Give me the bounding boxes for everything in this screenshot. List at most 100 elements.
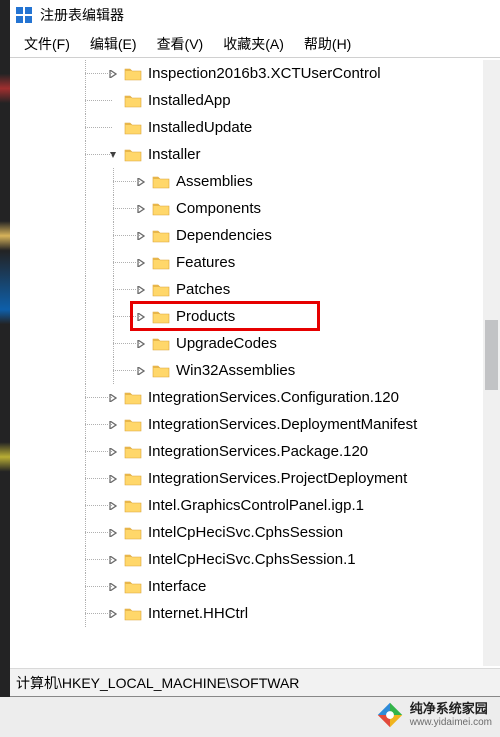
folder-icon bbox=[124, 417, 142, 432]
chevron-right-icon[interactable] bbox=[106, 418, 120, 432]
regedit-window: 注册表编辑器 文件(F) 编辑(E) 查看(V) 收藏夹(A) 帮助(H) In… bbox=[10, 0, 500, 697]
chevron-right-icon[interactable] bbox=[106, 391, 120, 405]
chevron-right-icon[interactable] bbox=[106, 472, 120, 486]
tree-node[interactable]: Patches bbox=[14, 276, 483, 303]
folder-icon bbox=[124, 66, 142, 81]
chevron-right-icon[interactable] bbox=[134, 283, 148, 297]
chevron-right-icon[interactable] bbox=[106, 580, 120, 594]
chevron-right-icon[interactable] bbox=[106, 499, 120, 513]
chevron-right-icon[interactable] bbox=[134, 337, 148, 351]
folder-icon bbox=[124, 93, 142, 108]
scroll-thumb[interactable] bbox=[485, 320, 498, 390]
tree-node-label: Intel.GraphicsControlPanel.igp.1 bbox=[148, 497, 364, 514]
tree-node-label: Components bbox=[176, 200, 261, 217]
chevron-right-icon[interactable] bbox=[106, 67, 120, 81]
vertical-scrollbar[interactable] bbox=[483, 60, 500, 666]
tree-node-label: Installer bbox=[148, 146, 201, 163]
tree-node-label: Interface bbox=[148, 578, 206, 595]
tree-node[interactable]: Interface bbox=[14, 573, 483, 600]
chevron-right-icon[interactable] bbox=[106, 526, 120, 540]
registry-tree[interactable]: Inspection2016b3.XCTUserControl Installe… bbox=[14, 60, 483, 666]
tree-node-label: IntelCpHeciSvc.CphsSession.1 bbox=[148, 551, 356, 568]
watermark-url: www.yidaimei.com bbox=[410, 717, 492, 729]
tree-node-label: UpgradeCodes bbox=[176, 335, 277, 352]
expander-placeholder bbox=[106, 121, 120, 135]
tree-node-label: Products bbox=[176, 308, 235, 325]
folder-icon bbox=[152, 309, 170, 324]
chevron-right-icon[interactable] bbox=[134, 175, 148, 189]
menu-edit[interactable]: 编辑(E) bbox=[80, 31, 147, 57]
folder-icon bbox=[124, 147, 142, 162]
menu-view[interactable]: 查看(V) bbox=[147, 31, 214, 57]
tree-node-label: Patches bbox=[176, 281, 230, 298]
tree-node[interactable]: IntegrationServices.DeploymentManifest bbox=[14, 411, 483, 438]
tree-node[interactable]: Internet.HHCtrl bbox=[14, 600, 483, 627]
tree-node[interactable]: Products bbox=[14, 303, 483, 330]
folder-icon bbox=[152, 255, 170, 270]
tree-node[interactable]: Dependencies bbox=[14, 222, 483, 249]
tree-node[interactable]: Components bbox=[14, 195, 483, 222]
chevron-right-icon[interactable] bbox=[106, 445, 120, 459]
tree-node-label: Dependencies bbox=[176, 227, 272, 244]
chevron-down-icon[interactable] bbox=[106, 148, 120, 162]
tree-viewport: Inspection2016b3.XCTUserControl Installe… bbox=[10, 58, 500, 668]
tree-node-label: IntegrationServices.ProjectDeployment bbox=[148, 470, 407, 487]
tree-node-label: IntegrationServices.Configuration.120 bbox=[148, 389, 399, 406]
tree-node[interactable]: IntegrationServices.Configuration.120 bbox=[14, 384, 483, 411]
folder-icon bbox=[152, 174, 170, 189]
folder-icon bbox=[124, 471, 142, 486]
tree-node[interactable]: IntelCpHeciSvc.CphsSession.1 bbox=[14, 546, 483, 573]
titlebar[interactable]: 注册表编辑器 bbox=[10, 0, 500, 30]
chevron-right-icon[interactable] bbox=[134, 256, 148, 270]
folder-icon bbox=[152, 336, 170, 351]
menu-file[interactable]: 文件(F) bbox=[14, 31, 80, 57]
chevron-right-icon[interactable] bbox=[106, 553, 120, 567]
chevron-right-icon[interactable] bbox=[134, 229, 148, 243]
tree-node[interactable]: Inspection2016b3.XCTUserControl bbox=[14, 60, 483, 87]
folder-icon bbox=[124, 498, 142, 513]
tree-node[interactable]: UpgradeCodes bbox=[14, 330, 483, 357]
tree-node-label: Win32Assemblies bbox=[176, 362, 295, 379]
chevron-right-icon[interactable] bbox=[106, 607, 120, 621]
tree-node-label: InstalledUpdate bbox=[148, 119, 252, 136]
tree-node[interactable]: Assemblies bbox=[14, 168, 483, 195]
menu-help[interactable]: 帮助(H) bbox=[294, 31, 361, 57]
tree-node-label: IntegrationServices.DeploymentManifest bbox=[148, 416, 417, 433]
tree-node[interactable]: InstalledUpdate bbox=[14, 114, 483, 141]
tree-node[interactable]: IntegrationServices.ProjectDeployment bbox=[14, 465, 483, 492]
tree-node[interactable]: IntegrationServices.Package.120 bbox=[14, 438, 483, 465]
window-title: 注册表编辑器 bbox=[40, 5, 124, 25]
status-path: 计算机\HKEY_LOCAL_MACHINE\SOFTWAR bbox=[16, 673, 299, 693]
tree-node[interactable]: IntelCpHeciSvc.CphsSession bbox=[14, 519, 483, 546]
folder-icon bbox=[152, 228, 170, 243]
tree-node[interactable]: Win32Assemblies bbox=[14, 357, 483, 384]
menu-favorites[interactable]: 收藏夹(A) bbox=[213, 31, 294, 57]
tree-node-label: Features bbox=[176, 254, 235, 271]
chevron-right-icon[interactable] bbox=[134, 310, 148, 324]
tree-node-label: Inspection2016b3.XCTUserControl bbox=[148, 65, 381, 82]
expander-placeholder bbox=[106, 94, 120, 108]
folder-icon bbox=[124, 525, 142, 540]
tree-node-label: InstalledApp bbox=[148, 92, 231, 109]
chevron-right-icon[interactable] bbox=[134, 202, 148, 216]
tree-node[interactable]: InstalledApp bbox=[14, 87, 483, 114]
tree-node[interactable]: Intel.GraphicsControlPanel.igp.1 bbox=[14, 492, 483, 519]
folder-icon bbox=[124, 606, 142, 621]
left-desktop-edge bbox=[0, 0, 10, 737]
watermark-logo-icon bbox=[376, 701, 404, 729]
tree-scroll: Inspection2016b3.XCTUserControl Installe… bbox=[14, 60, 500, 666]
regedit-app-icon bbox=[16, 7, 32, 23]
folder-icon bbox=[152, 201, 170, 216]
folder-icon bbox=[124, 444, 142, 459]
tree-node[interactable]: Features bbox=[14, 249, 483, 276]
chevron-right-icon[interactable] bbox=[134, 364, 148, 378]
tree-node[interactable]: Installer bbox=[14, 141, 483, 168]
folder-icon bbox=[124, 120, 142, 135]
tree-node-label: Internet.HHCtrl bbox=[148, 605, 248, 622]
menubar: 文件(F) 编辑(E) 查看(V) 收藏夹(A) 帮助(H) bbox=[10, 30, 500, 58]
tree-node-label: IntelCpHeciSvc.CphsSession bbox=[148, 524, 343, 541]
tree-node-label: Assemblies bbox=[176, 173, 253, 190]
folder-icon bbox=[124, 579, 142, 594]
watermark-title: 纯净系统家园 bbox=[410, 702, 492, 717]
folder-icon bbox=[124, 552, 142, 567]
